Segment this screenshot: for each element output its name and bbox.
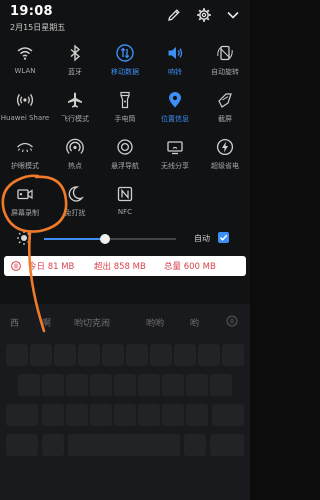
keyboard-key[interactable] xyxy=(198,344,220,366)
wifi-icon xyxy=(17,47,33,60)
ring-icon xyxy=(168,47,183,59)
keyboard-key[interactable] xyxy=(186,374,208,396)
keyboard-key[interactable] xyxy=(186,404,208,426)
symbol-key[interactable] xyxy=(6,434,38,456)
keyboard-key[interactable] xyxy=(42,374,64,396)
tile-auto-rotate[interactable]: 自动旋转 xyxy=(200,44,250,88)
wireless-share-icon xyxy=(167,141,183,155)
tile-nfc[interactable]: NFC xyxy=(100,185,150,229)
auto-brightness-label: 自动 xyxy=(194,234,210,243)
keyboard-key[interactable] xyxy=(114,374,136,396)
candidate-word[interactable]: 哟哟 xyxy=(146,316,164,329)
floating-nav-icon xyxy=(117,139,133,155)
keyboard-key[interactable] xyxy=(126,344,148,366)
tile-screenshot[interactable]: 截屏 xyxy=(200,91,250,135)
tile-floating-nav[interactable]: 悬浮导航 xyxy=(100,138,150,182)
settings-gear-icon[interactable] xyxy=(196,7,212,23)
usage-over: 超出 858 MB xyxy=(94,262,146,272)
tile-ring[interactable]: 响铃 xyxy=(150,44,200,88)
keyboard-key[interactable] xyxy=(162,374,184,396)
keyboard-key[interactable] xyxy=(162,404,184,426)
hotspot-icon xyxy=(66,138,84,154)
candidate-more-icon[interactable] xyxy=(226,315,238,327)
keyboard-key[interactable] xyxy=(222,344,244,366)
power-saving-icon xyxy=(216,138,234,156)
tile-label: 手电筒 xyxy=(114,115,136,123)
tile-wlan[interactable]: WLAN xyxy=(0,44,50,88)
keyboard-key[interactable] xyxy=(18,374,40,396)
keyboard-key[interactable] xyxy=(90,374,112,396)
keyboard-key[interactable] xyxy=(78,344,100,366)
comma-key[interactable] xyxy=(42,434,64,456)
tile-bluetooth[interactable]: 蓝牙 xyxy=(50,44,100,88)
tile-label: WLAN xyxy=(14,67,36,75)
space-key[interactable] xyxy=(68,434,180,456)
flashlight-icon xyxy=(120,91,130,109)
tile-airplane[interactable]: 飞行模式 xyxy=(50,91,100,135)
enter-key[interactable] xyxy=(210,434,244,456)
keyboard-key[interactable] xyxy=(66,374,88,396)
notification-shade: 19:08 2月15日星期五 WLAN 蓝牙 移动数据 响铃 自动旋转 Huaw… xyxy=(0,0,250,500)
mobile-data-icon xyxy=(116,44,134,62)
screenshot-icon xyxy=(218,93,232,108)
chevron-down-icon[interactable] xyxy=(225,7,241,23)
tile-label: Huawei Share xyxy=(0,114,50,122)
status-header: 19:08 2月15日星期五 xyxy=(10,4,242,40)
shift-key[interactable] xyxy=(6,404,38,426)
tile-power-saving[interactable]: 超级省电 xyxy=(200,138,250,182)
nfc-icon xyxy=(117,186,133,202)
tile-label: 移动数据 xyxy=(111,68,139,76)
keyboard-key[interactable] xyxy=(6,344,28,366)
tile-flashlight[interactable]: 手电筒 xyxy=(100,91,150,135)
tile-label: 超级省电 xyxy=(211,162,239,170)
auto-brightness-checkbox[interactable] xyxy=(218,232,229,243)
auto-rotate-icon xyxy=(217,45,233,61)
tile-huawei-share[interactable]: Huawei Share xyxy=(0,91,50,135)
candidate-word[interactable]: 哟切克闹 xyxy=(74,316,110,329)
tile-label: 无线分享 xyxy=(161,162,189,170)
date-text: 2月15日星期五 xyxy=(10,23,66,32)
keyboard-key[interactable] xyxy=(150,344,172,366)
keyboard-key[interactable] xyxy=(138,404,160,426)
keyboard-key[interactable] xyxy=(90,404,112,426)
keyboard-key[interactable] xyxy=(102,344,124,366)
keyboard-key[interactable] xyxy=(210,374,232,396)
edit-icon[interactable] xyxy=(166,7,182,23)
tile-label: 响铃 xyxy=(168,68,182,76)
airplane-icon xyxy=(68,92,82,108)
location-icon xyxy=(169,92,181,108)
period-key[interactable] xyxy=(184,434,206,456)
annotation-circle xyxy=(1,174,68,333)
tile-label: NFC xyxy=(117,208,133,216)
keyboard-key[interactable] xyxy=(138,374,160,396)
eye-comfort-icon xyxy=(17,142,33,153)
bluetooth-icon xyxy=(70,44,81,62)
backspace-key[interactable] xyxy=(212,404,244,426)
clock-time: 19:08 xyxy=(10,4,53,19)
tile-location[interactable]: 位置信息 xyxy=(150,91,200,135)
candidate-word[interactable]: 哟 xyxy=(190,316,199,329)
keyboard-key[interactable] xyxy=(30,344,52,366)
keyboard-key[interactable] xyxy=(54,344,76,366)
usage-total: 总量 600 MB xyxy=(164,262,216,272)
keyboard-key[interactable] xyxy=(114,404,136,426)
keyboard-key[interactable] xyxy=(66,404,88,426)
tile-mobile-data[interactable]: 移动数据 xyxy=(100,44,150,88)
huawei-share-icon xyxy=(16,94,34,106)
keyboard-key[interactable] xyxy=(42,404,64,426)
tile-label: 截屏 xyxy=(218,115,232,123)
tile-label: 位置信息 xyxy=(161,115,189,123)
tile-label: 蓝牙 xyxy=(68,68,82,76)
tile-label: 悬浮导航 xyxy=(111,162,139,170)
keyboard-key[interactable] xyxy=(174,344,196,366)
tile-wireless-share[interactable]: 无线分享 xyxy=(150,138,200,182)
tile-label: 飞行模式 xyxy=(61,115,89,123)
tile-label: 自动旋转 xyxy=(211,68,239,76)
brightness-slider-thumb[interactable] xyxy=(99,234,110,244)
